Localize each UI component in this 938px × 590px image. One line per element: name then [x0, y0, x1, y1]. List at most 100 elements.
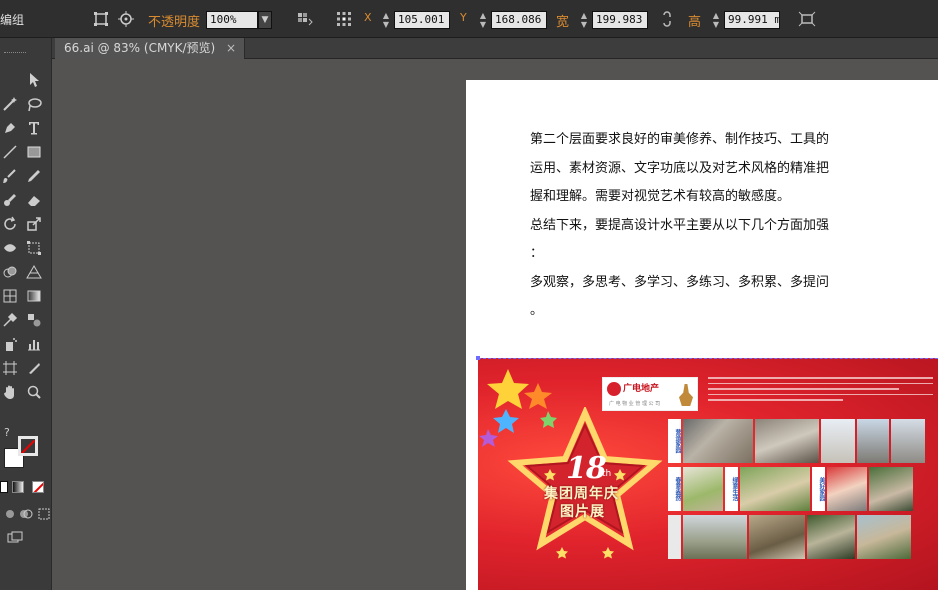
company-logo-icon	[607, 382, 621, 396]
opacity-label[interactable]: 不透明度	[148, 11, 200, 30]
y-stepper-icon[interactable]: ▲ ▼	[478, 11, 488, 29]
transform-each-icon[interactable]	[796, 8, 818, 30]
none-mode-icon[interactable]	[32, 481, 44, 493]
zoom-tool-icon[interactable]	[24, 382, 44, 402]
magic-wand-tool-icon[interactable]	[0, 94, 20, 114]
photo-row-label: 营造家园	[668, 419, 681, 463]
photo-row: 营造家园	[668, 419, 925, 463]
appearance-icon[interactable]	[115, 8, 137, 30]
photo	[740, 467, 810, 511]
text-line: 多观察，多思考、多学习、多练习、多积累、多提问	[530, 274, 830, 290]
y-input[interactable]: 168.086	[491, 11, 547, 29]
close-tab-icon[interactable]: ×	[226, 38, 236, 58]
pen-tool-icon[interactable]	[0, 118, 20, 138]
reference-point-icon[interactable]	[333, 8, 355, 30]
selection-anchor[interactable]	[476, 356, 480, 360]
document-tab-title: 66.ai @ 83% (CMYK/预览)	[64, 41, 216, 55]
rectangle-tool-icon[interactable]	[24, 142, 44, 162]
photo	[683, 419, 753, 463]
isolate-group-icon[interactable]	[90, 8, 112, 30]
eraser-tool-icon[interactable]	[24, 190, 44, 210]
document-tab[interactable]: 66.ai @ 83% (CMYK/预览) ×	[55, 38, 245, 59]
column-graph-tool-icon[interactable]	[24, 334, 44, 354]
photo	[683, 515, 747, 559]
height-stepper-icon[interactable]: ▲ ▼	[711, 11, 721, 29]
photo	[683, 467, 723, 511]
poster-title-line1: 集团周年庆	[544, 486, 619, 502]
type-tool-icon[interactable]	[24, 118, 44, 138]
default-fill-stroke-help[interactable]: ?	[4, 426, 10, 439]
poster-logo-text: 广电地产	[623, 384, 660, 394]
poster-logo-subtitle: 广 电 物 业 管 理 公 司	[609, 401, 661, 407]
text-line: 握和理解。需要对视觉艺术有较高的敏感度。	[530, 189, 791, 204]
line-segment-tool-icon[interactable]	[0, 142, 20, 162]
artboard-tool-icon[interactable]	[0, 358, 20, 378]
x-stepper-icon[interactable]: ▲ ▼	[381, 11, 391, 29]
x-input[interactable]: 105.001	[394, 11, 450, 29]
photo	[821, 419, 855, 463]
text-line: 运用、素材资源、文字功底以及对艺术风格的精准把	[530, 160, 830, 176]
mesh-tool-icon[interactable]	[0, 286, 20, 306]
poster-company-logo: 广电地产 广 电 物 业 管 理 公 司	[602, 377, 698, 411]
width-stepper-icon[interactable]: ▲ ▼	[579, 11, 589, 29]
photo	[857, 419, 889, 463]
photo-row: 春意盎然 绿意生活 美好家园	[668, 467, 913, 511]
poster-title-line2: 图片展	[560, 504, 605, 520]
recolor-artwork-icon[interactable]	[292, 8, 318, 30]
poster-body-copy	[708, 377, 933, 411]
photo	[749, 515, 805, 559]
shape-builder-tool-icon[interactable]	[0, 262, 20, 282]
photo	[755, 419, 819, 463]
deer-mascot-icon	[679, 384, 693, 406]
blend-tool-icon[interactable]	[24, 310, 44, 330]
stroke-swatch[interactable]	[18, 436, 38, 456]
scale-tool-icon[interactable]	[24, 214, 44, 234]
y-label: Y	[460, 11, 467, 24]
tools-panel-grip[interactable]	[4, 52, 26, 54]
perspective-grid-tool-icon[interactable]	[24, 262, 44, 282]
canvas-area[interactable]: 第二个层面要求良好的审美修养、制作技巧、工具的 运用、素材资源、文字功底以及对艺…	[52, 59, 938, 590]
poster-number-suffix: th	[602, 469, 612, 479]
screen-mode-icon[interactable]	[4, 528, 26, 548]
draw-inside-icon[interactable]	[34, 504, 54, 524]
document-tab-strip: 66.ai @ 83% (CMYK/预览) ×	[0, 38, 938, 59]
lasso-tool-icon[interactable]	[24, 94, 44, 114]
x-label: X	[364, 11, 372, 24]
poster-image-group[interactable]: 18 th 集团周年庆 图片展 广电地产 广 电 物 业 管 理 公 司 营造家…	[478, 358, 938, 590]
pencil-tool-icon[interactable]	[24, 166, 44, 186]
selection-tool-icon[interactable]	[24, 70, 44, 90]
opacity-dropdown-icon[interactable]: ▼	[258, 11, 272, 29]
gradient-mode-icon[interactable]	[12, 481, 24, 493]
constrain-proportions-icon[interactable]	[656, 8, 678, 30]
photo-row	[668, 515, 911, 559]
gradient-tool-icon[interactable]	[24, 286, 44, 306]
symbol-sprayer-tool-icon[interactable]	[0, 334, 20, 354]
text-line: 总结下来，要提高设计水平主要从以下几个方面加强	[530, 217, 830, 233]
rotate-tool-icon[interactable]	[0, 214, 20, 234]
slice-tool-icon[interactable]	[24, 358, 44, 378]
height-input[interactable]: 99.991 m	[724, 11, 780, 29]
height-label: 高	[688, 15, 702, 30]
color-mode-icon[interactable]	[0, 481, 8, 493]
free-transform-tool-icon[interactable]	[24, 238, 44, 258]
poster-anniversary-number: 18	[566, 451, 607, 486]
tools-panel: ?	[0, 38, 52, 590]
photo	[807, 515, 855, 559]
photo-row-label: 春意盎然	[668, 467, 681, 511]
photo-row-label: 美好家园	[812, 467, 825, 511]
photo	[869, 467, 913, 511]
opacity-input[interactable]: 100%	[206, 11, 258, 29]
text-line: 第二个层面要求良好的审美修养、制作技巧、工具的	[530, 132, 830, 147]
text-line: 。	[530, 303, 544, 318]
eyedropper-tool-icon[interactable]	[0, 310, 20, 330]
paintbrush-tool-icon[interactable]	[0, 166, 20, 186]
artboard-text-block[interactable]: 第二个层面要求良好的审美修养、制作技巧、工具的 运用、素材资源、文字功底以及对艺…	[530, 126, 875, 326]
width-tool-icon[interactable]	[0, 238, 20, 258]
blob-brush-tool-icon[interactable]	[0, 190, 20, 210]
width-input[interactable]: 199.983	[592, 11, 648, 29]
selection-type-label: 编组	[0, 13, 25, 27]
hand-tool-icon[interactable]	[0, 382, 20, 402]
photo	[857, 515, 911, 559]
draw-behind-icon[interactable]	[16, 504, 36, 524]
width-label: 宽	[556, 15, 570, 30]
